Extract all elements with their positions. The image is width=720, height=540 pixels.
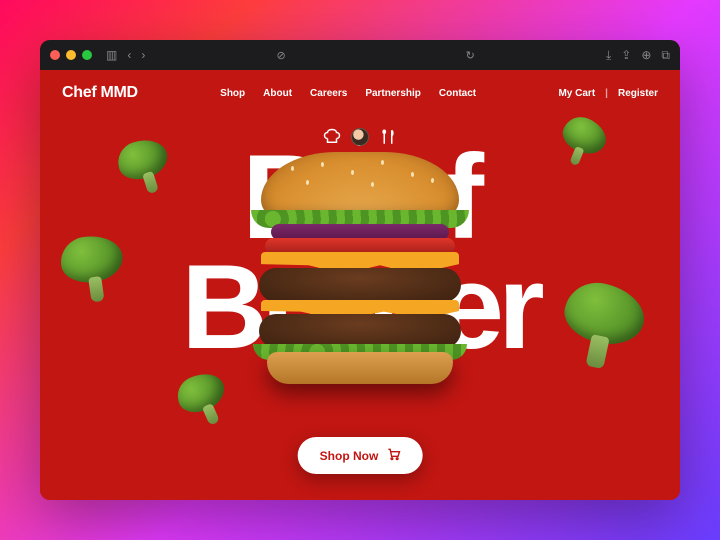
shield-icon[interactable]: ⊘ xyxy=(276,49,285,62)
window-maximize-icon[interactable] xyxy=(82,50,92,60)
main-nav: Chef MMD Shop About Careers Partnership … xyxy=(40,70,680,116)
nav-link-about[interactable]: About xyxy=(263,88,292,99)
nav-link-partnership[interactable]: Partnership xyxy=(365,88,421,99)
site-logo[interactable]: Chef MMD xyxy=(62,84,138,102)
browser-window: ▥ ‹ › ⊘ ↻ ⤓ ⇪ ⊕ ⧉ Chef MMD Shop About Ca… xyxy=(40,40,680,500)
shop-now-button[interactable]: Shop Now xyxy=(298,437,423,474)
download-icon[interactable]: ⤓ xyxy=(606,48,611,63)
nav-link-shop[interactable]: Shop xyxy=(220,88,245,99)
nav-divider: | xyxy=(605,88,608,99)
browser-titlebar: ▥ ‹ › ⊘ ↻ ⤓ ⇪ ⊕ ⧉ xyxy=(40,40,680,70)
cta-label: Shop Now xyxy=(320,449,379,463)
avatar-icon xyxy=(351,128,369,146)
sidebar-toggle-icon[interactable]: ▥ xyxy=(106,48,117,62)
hero-icon-row xyxy=(40,128,680,146)
window-minimize-icon[interactable] xyxy=(66,50,76,60)
broccoli-decoration xyxy=(58,232,129,306)
nav-back-icon[interactable]: ‹ xyxy=(127,48,131,62)
chef-hat-icon xyxy=(323,128,341,146)
nav-link-contact[interactable]: Contact xyxy=(439,88,476,99)
tabs-icon[interactable]: ⧉ xyxy=(661,48,670,63)
nav-menu: Shop About Careers Partnership Contact xyxy=(220,88,476,99)
utensils-icon xyxy=(379,128,397,146)
page-content: Chef MMD Shop About Careers Partnership … xyxy=(40,70,680,500)
cart-icon xyxy=(386,447,400,464)
my-cart-link[interactable]: My Cart xyxy=(558,88,595,99)
burger-image xyxy=(245,152,475,382)
refresh-icon[interactable]: ↻ xyxy=(466,49,475,62)
new-tab-icon[interactable]: ⊕ xyxy=(641,48,651,63)
share-icon[interactable]: ⇪ xyxy=(621,48,631,63)
broccoli-decoration xyxy=(171,366,236,433)
nav-link-careers[interactable]: Careers xyxy=(310,88,347,99)
window-close-icon[interactable] xyxy=(50,50,60,60)
nav-forward-icon[interactable]: › xyxy=(141,48,145,62)
broccoli-decoration xyxy=(554,277,650,376)
register-link[interactable]: Register xyxy=(618,88,658,99)
nav-right: My Cart | Register xyxy=(558,88,658,99)
